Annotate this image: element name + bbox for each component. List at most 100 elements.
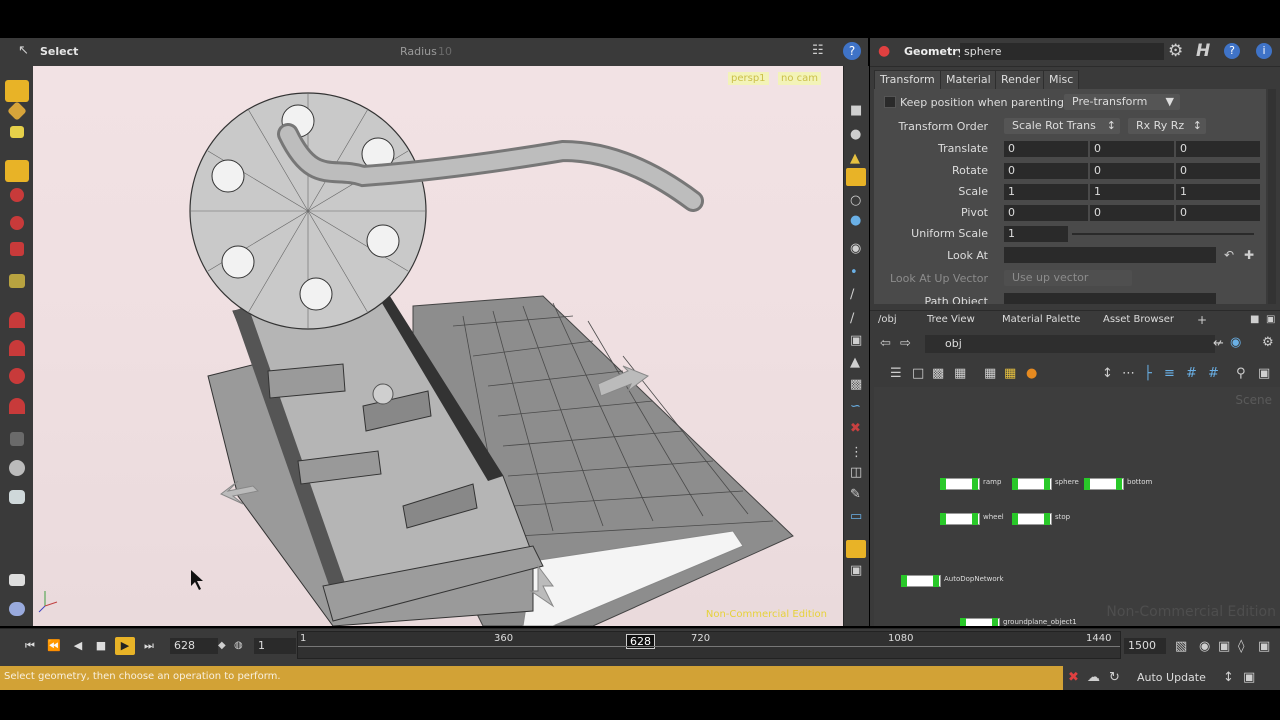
dash-icon[interactable]: ⋯ xyxy=(1122,367,1135,380)
edge-icon[interactable]: ∕ xyxy=(850,288,854,301)
play-icon[interactable]: ▶ xyxy=(115,637,135,655)
update-icon[interactable]: ↻ xyxy=(1109,671,1120,684)
search-icon[interactable]: ⚲ xyxy=(1236,367,1246,380)
tab-asset-browser[interactable]: Asset Browser xyxy=(1103,314,1174,325)
frame-icon[interactable]: ▣ xyxy=(1258,367,1270,380)
tab-misc[interactable]: Misc xyxy=(1043,70,1080,89)
gear-icon[interactable]: ⚙ xyxy=(1168,43,1183,60)
dashed-icon[interactable]: ⋮ xyxy=(850,446,863,459)
light-display-icon[interactable]: ▲ xyxy=(850,152,860,165)
tab-tree-view[interactable]: Tree View xyxy=(927,314,975,325)
brush-display-icon[interactable]: ∕ xyxy=(850,312,854,325)
uniform-scale-slider[interactable] xyxy=(1072,233,1254,235)
tab-material[interactable]: Material xyxy=(940,70,997,89)
snapshot-icon[interactable]: ▣ xyxy=(850,564,862,577)
add-tab-icon[interactable]: + xyxy=(1197,314,1207,326)
rotate-y-field[interactable]: 0 xyxy=(1090,163,1174,179)
tab-material-palette[interactable]: Material Palette xyxy=(1002,314,1080,325)
pose-icon[interactable] xyxy=(9,368,25,384)
radius-field[interactable]: 10 xyxy=(438,45,452,58)
info-icon[interactable]: i xyxy=(1256,43,1272,59)
curve-icon[interactable]: ∽ xyxy=(850,400,861,413)
edit-icon[interactable] xyxy=(7,101,27,121)
globe-icon[interactable] xyxy=(9,602,25,616)
layout-icon[interactable]: ↕ xyxy=(1102,367,1113,380)
translate-y-field[interactable]: 0 xyxy=(1090,141,1174,157)
tab-obj[interactable]: /obj xyxy=(878,314,897,325)
scale-z-field[interactable]: 1 xyxy=(1176,184,1260,200)
camera-menu[interactable]: persp1 xyxy=(728,72,769,85)
forward-icon[interactable]: ⇨ xyxy=(900,337,911,350)
rotate-icon[interactable] xyxy=(10,216,24,230)
link-icon[interactable]: ◉ xyxy=(1230,336,1241,349)
scene-viewport[interactable]: persp1 no cam Non-Commercial Edition xyxy=(33,66,843,626)
step-back-icon[interactable]: ⏪ xyxy=(44,637,64,655)
grid-icon[interactable]: ▦ xyxy=(954,367,966,380)
display-menu[interactable]: no cam xyxy=(778,72,822,85)
brush-icon[interactable] xyxy=(9,574,25,586)
cloud-icon[interactable]: ☁ xyxy=(1087,671,1100,684)
tab-transform[interactable]: Transform xyxy=(874,70,941,89)
help-parm-icon[interactable]: ? xyxy=(1224,43,1240,59)
pen-icon[interactable]: ✎ xyxy=(850,488,861,501)
global-anim-icon[interactable]: ▧ xyxy=(1175,640,1187,653)
handle-icon[interactable] xyxy=(9,274,25,288)
shaded-icon[interactable]: ● xyxy=(850,214,861,227)
network-settings-icon[interactable]: ⚙ xyxy=(1262,336,1274,349)
keyframe-icon[interactable]: ◆ xyxy=(218,641,226,651)
monitor-status-icon[interactable]: ▣ xyxy=(1243,671,1255,684)
grid-snap-icon[interactable]: # xyxy=(1208,367,1219,380)
sticky-icon[interactable]: ▩ xyxy=(932,367,944,380)
magnet-3-icon[interactable] xyxy=(9,398,25,414)
tag-icon[interactable] xyxy=(10,126,24,138)
scale-x-field[interactable]: 1 xyxy=(1004,184,1088,200)
error-icon[interactable]: ✖ xyxy=(1068,671,1079,684)
help-icon[interactable]: ? xyxy=(843,42,861,60)
path-object-field[interactable] xyxy=(1004,293,1216,304)
current-frame-field[interactable]: 628 xyxy=(170,638,218,654)
tree-icon[interactable]: ├ xyxy=(1144,367,1152,380)
playbar-menu-icon[interactable]: ▣ xyxy=(1258,640,1270,653)
pivot-z-field[interactable]: 0 xyxy=(1176,205,1260,221)
play-reverse-icon[interactable]: ◀ xyxy=(68,637,88,655)
look-at-field[interactable] xyxy=(1004,247,1216,263)
point-icon[interactable]: • xyxy=(850,266,858,279)
realtime-icon[interactable]: ◍ xyxy=(234,641,243,651)
grid-lines-icon[interactable]: # xyxy=(1186,367,1197,380)
node-chooser-icon[interactable]: ✚ xyxy=(1244,249,1254,261)
pin-icon[interactable]: ↚ xyxy=(1213,337,1224,350)
view-icon[interactable] xyxy=(10,432,24,446)
wire-icon[interactable]: ○ xyxy=(850,194,861,207)
paint-brush-icon[interactable] xyxy=(5,80,29,102)
rotate-x-field[interactable]: 0 xyxy=(1004,163,1088,179)
parameter-scrollbar[interactable] xyxy=(1268,89,1276,304)
tab-render[interactable]: Render xyxy=(995,70,1047,89)
list-icon[interactable]: ☰ xyxy=(890,367,902,380)
magnet-2-icon[interactable] xyxy=(9,340,25,356)
keep-position-menu[interactable]: Pre-transform ▼ xyxy=(1064,94,1180,110)
scale-icon[interactable] xyxy=(10,242,24,256)
eye-icon[interactable]: ◉ xyxy=(850,242,861,255)
look-at-up-menu[interactable]: Use up vector xyxy=(1004,270,1132,286)
translate-x-field[interactable]: 0 xyxy=(1004,141,1088,157)
camera-view-icon[interactable]: ■ xyxy=(850,104,862,117)
back-icon[interactable]: ⇦ xyxy=(880,337,891,350)
move-icon[interactable] xyxy=(10,188,24,202)
node-name-field[interactable]: sphere xyxy=(960,43,1164,60)
network-editor[interactable]: Scene ramp sphere bottom wheel stop Auto… xyxy=(874,387,1280,626)
grid-display-icon[interactable] xyxy=(846,540,866,558)
rotate-z-field[interactable]: 0 xyxy=(1176,163,1260,179)
monitor-icon[interactable]: ▭ xyxy=(850,510,862,523)
translate-z-field[interactable]: 0 xyxy=(1176,141,1260,157)
key-icon[interactable]: ◊ xyxy=(1238,640,1244,653)
palette-icon[interactable]: ▦ xyxy=(984,367,996,380)
pivot-x-field[interactable]: 0 xyxy=(1004,205,1088,221)
normal-icon[interactable]: ▣ xyxy=(850,334,862,347)
snap-icon[interactable]: ☷ xyxy=(812,44,824,57)
active-display-icon[interactable] xyxy=(846,168,866,186)
pivot-y-field[interactable]: 0 xyxy=(1090,205,1174,221)
sphere-display-icon[interactable]: ● xyxy=(850,128,861,141)
operator-chooser-icon[interactable]: ↶ xyxy=(1224,249,1234,261)
network-path-field[interactable]: obj xyxy=(925,335,1215,353)
end-frame-field[interactable]: 1500 xyxy=(1124,638,1166,654)
